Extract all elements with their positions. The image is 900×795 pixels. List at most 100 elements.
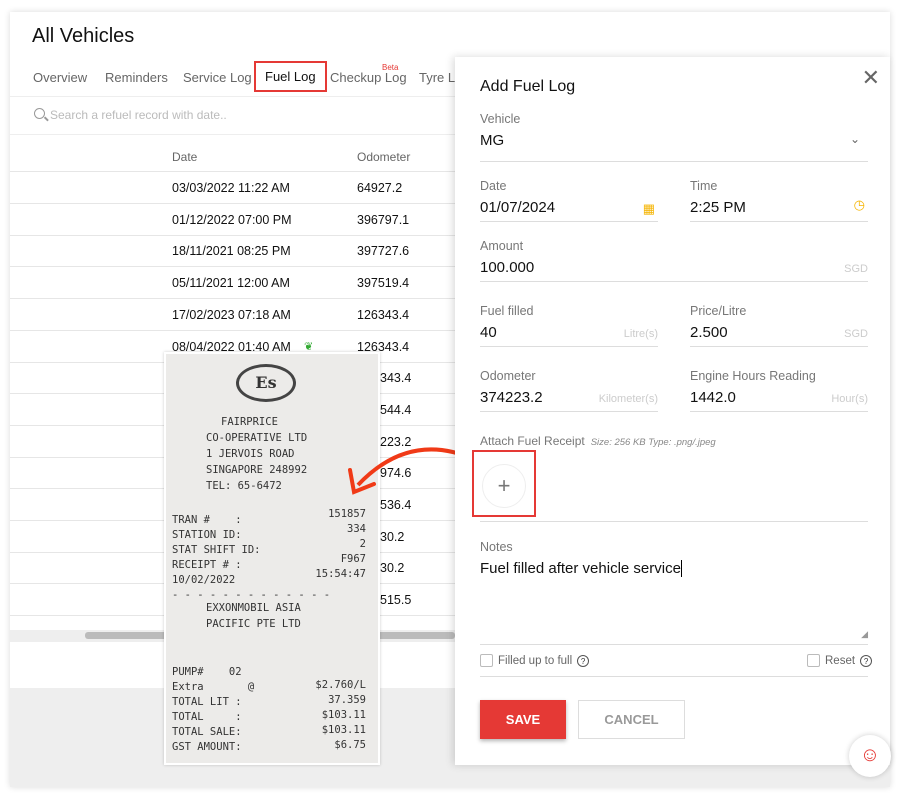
notes-value: Fuel filled after vehicle service [480, 560, 681, 577]
notes-label: Notes [480, 540, 513, 554]
receipt-divider: - - - - - - - - - - - - - [172, 589, 331, 601]
vehicle-label: Vehicle [480, 112, 521, 126]
receipt-field-label: TRAN # : [172, 514, 242, 526]
attach-highlight: + [472, 450, 536, 517]
chat-icon: ☺ [859, 744, 881, 766]
price-value: 2.500 [690, 324, 728, 341]
tab-checkup-label: Checkup Log [330, 70, 407, 85]
receipt-header-line: 1 JERVOIS ROAD [206, 448, 295, 460]
receipt-field-value: 15:54:47 [315, 568, 366, 580]
calendar-icon[interactable]: ▦ [643, 201, 655, 217]
divider [480, 644, 868, 645]
fuel-unit: Litre(s) [623, 328, 658, 340]
engine-hours-field[interactable]: Engine Hours Reading 1442.0 Hour(s) [690, 369, 868, 412]
fuel-label: Fuel filled [480, 304, 534, 318]
plus-icon: + [497, 473, 511, 498]
engine-value: 1442.0 [690, 389, 736, 406]
save-button[interactable]: SAVE [480, 700, 566, 739]
tab-checkup-log[interactable]: Checkup Log Beta [330, 63, 407, 85]
attach-label-text: Attach Fuel Receipt [480, 434, 585, 448]
amount-unit: SGD [844, 263, 868, 275]
odometer-unit: Kilometer(s) [598, 393, 658, 405]
add-receipt-button[interactable]: + [482, 464, 526, 508]
receipt-header-line: CO-OPERATIVE LTD [206, 432, 308, 444]
date-header[interactable]: Date [172, 150, 197, 164]
tab-overview[interactable]: Overview [33, 70, 87, 85]
attach-receipt-label: Attach Fuel Receipt Size: 256 KB Type: .p… [480, 434, 716, 448]
time-label: Time [690, 179, 718, 193]
help-icon[interactable]: ? [860, 654, 873, 667]
amount-label: Amount [480, 239, 524, 253]
row-date: 01/12/2022 07:00 PM [172, 212, 292, 227]
chat-support-button[interactable]: ☺ [849, 735, 891, 777]
row-odometer: 396797.1 [357, 212, 410, 227]
receipt-total-value: $6.75 [334, 739, 366, 751]
row-date: 17/02/2023 07:18 AM [172, 307, 291, 322]
checkbox-box[interactable] [480, 654, 493, 667]
receipt-total-label: Extra @ [172, 681, 255, 693]
receipt-field-value: F967 [340, 553, 366, 565]
search-placeholder: Search a refuel record with date.. [50, 108, 227, 122]
price-label: Price/Litre [690, 304, 747, 318]
receipt-total-label: TOTAL LIT : [172, 696, 242, 708]
receipt-total-value: $2.760/L [315, 679, 366, 691]
page-title: All Vehicles [32, 25, 135, 47]
receipt-header-line: FAIRPRICE [221, 416, 278, 428]
fuel-receipt-image: Es FAIRPRICE CO-OPERATIVE LTD 1 JERVOIS RO… [164, 352, 380, 765]
receipt-field-value: 151857 [328, 508, 366, 520]
row-date: 03/03/2022 11:22 AM [172, 181, 290, 195]
notes-textarea[interactable]: Fuel filled after vehicle service​ ◢ [480, 560, 868, 640]
date-field[interactable]: Date 01/07/2024 ▦ [480, 179, 658, 222]
fuel-value: 40 [480, 324, 497, 341]
receipt-field-value: 334 [347, 523, 366, 535]
receipt-total-label: GST AMOUNT: [172, 741, 242, 753]
tab-reminders[interactable]: Reminders [105, 70, 168, 85]
odometer-label: Odometer [480, 369, 536, 383]
receipt-company-line: PACIFIC PTE LTD [206, 618, 301, 630]
close-icon[interactable]: ✕ [862, 65, 880, 91]
chevron-down-icon: ⌄ [849, 132, 860, 146]
row-odometer: 343.4 [380, 371, 412, 386]
filled-up-to-full-checkbox[interactable]: Filled up to full? [480, 654, 590, 667]
help-icon[interactable]: ? [577, 654, 590, 667]
price-unit: SGD [844, 328, 868, 340]
checkbox-box[interactable] [807, 654, 820, 667]
price-field[interactable]: Price/Litre 2.500 SGD [690, 304, 868, 347]
clock-icon[interactable]: ◷ [854, 197, 865, 213]
tab-fuel-log[interactable]: Fuel Log [254, 61, 327, 92]
amount-field[interactable]: Amount 100.000 SGD [480, 239, 868, 282]
reset-checkbox[interactable]: Reset? [807, 654, 873, 667]
odometer-value: 374223.2 [480, 389, 543, 406]
attach-hint: Size: 256 KB Type: .png/.jpeg [590, 437, 716, 448]
receipt-total-value: $103.11 [321, 724, 366, 736]
resize-handle[interactable]: ◢ [861, 629, 868, 640]
amount-value: 100.000 [480, 259, 535, 276]
time-field[interactable]: Time 2:25 PM ◷ [690, 179, 868, 222]
tab-service-log[interactable]: Service Log [183, 70, 252, 85]
panel-title: Add Fuel Log [480, 78, 576, 95]
cancel-button[interactable]: CANCEL [578, 700, 685, 739]
odometer-field[interactable]: Odometer 374223.2 Kilometer(s) [480, 369, 658, 412]
filled-full-label: Filled up to full [498, 654, 573, 667]
odometer-header[interactable]: Odometer [357, 150, 410, 164]
vehicle-select[interactable]: Vehicle MG ⌄ [480, 112, 868, 162]
leaf-icon: ❦ [304, 340, 314, 353]
row-odometer: 536.4 [380, 498, 412, 512]
row-odometer: 30.2 [380, 561, 405, 576]
vehicle-value: MG [480, 132, 505, 149]
row-date: 05/11/2021 12:00 AM [172, 276, 290, 291]
divider [480, 676, 868, 677]
date-value: 01/07/2024 [480, 199, 556, 216]
fuel-filled-field[interactable]: Fuel filled 40 Litre(s) [480, 304, 658, 347]
row-odometer: 544.4 [380, 402, 412, 417]
receipt-total-value: $103.11 [321, 709, 366, 721]
row-odometer: 30.2 [380, 529, 405, 544]
row-date: 18/11/2021 08:25 PM [172, 244, 291, 259]
search-icon [34, 108, 45, 119]
receipt-field-value: 2 [359, 538, 366, 550]
text-cursor: ​ [680, 560, 682, 577]
row-odometer: 64927.2 [357, 181, 403, 195]
row-odometer: 126343.4 [357, 307, 410, 322]
receipt-company-line: EXXONMOBIL ASIA [206, 602, 301, 614]
receipt-field-label: RECEIPT # : [172, 559, 242, 571]
